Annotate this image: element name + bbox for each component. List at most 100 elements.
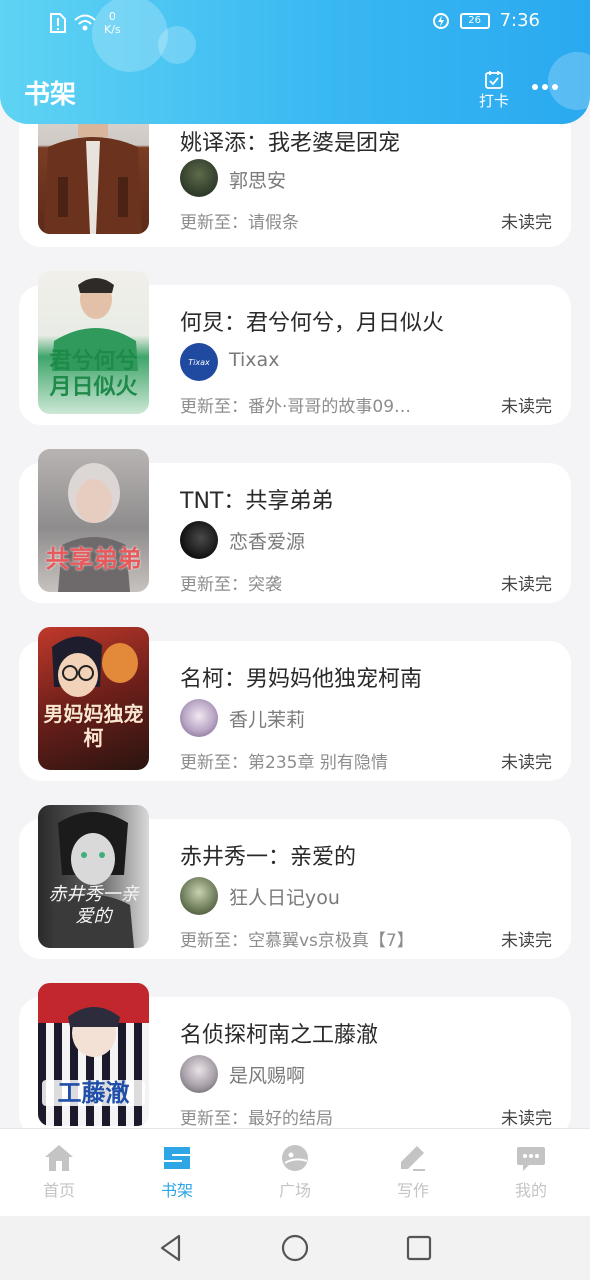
calendar-check-icon [485, 71, 503, 89]
wifi-icon [74, 14, 96, 31]
latest-chapter: 第235章 别有隐情 [248, 753, 388, 773]
more-dot [532, 84, 538, 90]
book-cover[interactable]: 赤井秀一亲爱的 [38, 805, 149, 948]
nav-label: 我的 [514, 1181, 547, 1200]
latest-chapter: 请假条 [248, 213, 299, 233]
sim-alert-icon [50, 13, 66, 33]
book-title: TNT：共享弟弟 [180, 489, 334, 514]
read-status: 未读完 [501, 575, 552, 595]
nav-bookshelf[interactable]: 书架 [118, 1129, 236, 1216]
book-cover[interactable]: 男妈妈独宠柯 [38, 627, 149, 770]
book-title: 赤井秀一：亲爱的 [180, 845, 357, 870]
pen-icon [401, 1146, 425, 1171]
status-bar-right: 26 7:36 [432, 10, 540, 31]
nav-mine[interactable]: 我的 [472, 1129, 590, 1216]
power-saving-icon [432, 12, 449, 29]
book-title: 名柯：男妈妈他独宠柯南 [180, 667, 423, 692]
cover-person-brown-jacket [44, 107, 142, 234]
latest-chapter: 最好的结局 [248, 1109, 333, 1128]
checkin-button[interactable]: 打卡 [476, 70, 512, 111]
cover-title: 男妈妈独宠柯 [43, 702, 144, 750]
read-status: 未读完 [501, 397, 552, 417]
nav-label: 写作 [396, 1181, 429, 1200]
author-name: 郭思安 [229, 170, 287, 192]
author-avatar: Tixax [180, 343, 218, 381]
home-icon [45, 1145, 73, 1171]
book-card[interactable]: 共享弟弟 TNT：共享弟弟 恋香爱源 更新至：突袭 未读完 [19, 449, 571, 603]
header-decoration [158, 26, 196, 64]
read-status: 未读完 [501, 931, 552, 951]
update-label: 更新至： [180, 575, 248, 595]
author-avatar [180, 1055, 218, 1093]
latest-chapter: 番外·哥哥的故事09… [248, 397, 412, 417]
author-name: 狂人日记you [229, 887, 340, 909]
header-decoration [548, 52, 590, 110]
recents-icon[interactable] [405, 1234, 433, 1262]
cover-title: 工藤澈 [42, 1080, 145, 1106]
update-info: 更新至：番外·哥哥的故事09… [180, 392, 411, 417]
read-status: 未读完 [501, 1109, 552, 1128]
chat-icon [517, 1147, 545, 1171]
nav-label: 书架 [160, 1181, 193, 1200]
update-info: 更新至：请假条 [180, 208, 299, 233]
update-info: 更新至：突袭 [180, 570, 282, 595]
book-card[interactable]: 姚译添：我老婆是团宠 郭思安 更新至：请假条 未读完 [19, 107, 571, 247]
author-name: 香儿茉莉 [229, 709, 306, 731]
status-bar-left: 0 K/s [50, 10, 121, 36]
net-speed-value: 0 [108, 10, 116, 23]
author-avatar [180, 521, 218, 559]
update-label: 更新至： [180, 213, 248, 233]
read-status: 未读完 [501, 213, 552, 233]
back-icon[interactable] [157, 1233, 185, 1263]
cover-title: 赤井秀一亲爱的 [48, 884, 139, 927]
more-dot [542, 84, 548, 90]
checkin-label: 打卡 [478, 92, 509, 110]
cover-title: 共享弟弟 [45, 544, 142, 573]
author-avatar [180, 699, 218, 737]
bookshelf-icon [164, 1147, 190, 1169]
home-circle-icon[interactable] [280, 1233, 310, 1263]
page-title: 书架 [24, 80, 77, 110]
net-speed-unit: K/s [104, 23, 121, 36]
book-cover[interactable]: 共享弟弟 [38, 449, 149, 592]
update-info: 更新至：第235章 别有隐情 [180, 748, 388, 773]
bookshelf-list[interactable]: 姚译添：我老婆是团宠 郭思安 更新至：请假条 未读完 君兮何兮月日似火 何炅：君… [0, 0, 590, 1128]
update-label: 更新至： [180, 397, 248, 417]
latest-chapter: 空慕翼vs京极真【7】 [248, 931, 414, 951]
cover-title: 君兮何兮月日似火 [49, 348, 138, 400]
update-label: 更新至： [180, 1109, 248, 1128]
more-dot [552, 84, 558, 90]
more-options-icon[interactable] [532, 84, 558, 90]
book-title: 名侦探柯南之工藤澈 [180, 1023, 379, 1048]
author-name: 恋香爱源 [229, 531, 306, 553]
book-cover[interactable]: 君兮何兮月日似火 [38, 271, 149, 414]
battery-icon: 26 [459, 12, 490, 29]
nav-home[interactable]: 首页 [0, 1129, 118, 1216]
read-status: 未读完 [501, 753, 552, 773]
plaza-icon [282, 1145, 308, 1171]
book-title: 姚译添：我老婆是团宠 [180, 131, 401, 156]
app-header: 0 K/s 26 7:36 书架 打卡 [0, 0, 590, 124]
bottom-navigation: 首页 书架 广场 写作 我的 [0, 1128, 590, 1216]
author-name: 是风赐啊 [229, 1065, 306, 1087]
update-label: 更新至： [180, 753, 248, 773]
book-card[interactable]: 君兮何兮月日似火 何炅：君兮何兮，月日似火 Tixax Tixax 更新至：番外… [19, 271, 571, 425]
book-cover[interactable]: 工藤澈 [38, 983, 149, 1126]
book-card[interactable]: 男妈妈独宠柯 名柯：男妈妈他独宠柯南 香儿茉莉 更新至：第235章 别有隐情 未… [19, 627, 571, 781]
book-cover[interactable] [38, 107, 149, 234]
nav-label: 广场 [278, 1181, 311, 1200]
book-card[interactable]: 赤井秀一亲爱的 赤井秀一：亲爱的 狂人日记you 更新至：空慕翼vs京极真【7】… [19, 805, 571, 959]
author-name: Tixax [229, 349, 280, 371]
system-navigation-bar [0, 1216, 590, 1280]
nav-label: 首页 [42, 1181, 75, 1200]
nav-plaza[interactable]: 广场 [236, 1129, 354, 1216]
author-avatar [180, 159, 218, 197]
nav-write[interactable]: 写作 [354, 1129, 472, 1216]
update-info: 更新至：空慕翼vs京极真【7】 [180, 926, 414, 951]
net-speed: 0 K/s [104, 10, 121, 36]
update-info: 更新至：最好的结局 [180, 1104, 333, 1128]
book-card[interactable]: 工藤澈 名侦探柯南之工藤澈 是风赐啊 更新至：最好的结局 未读完 [19, 983, 571, 1128]
author-avatar [180, 877, 218, 915]
update-label: 更新至： [180, 931, 248, 951]
latest-chapter: 突袭 [248, 575, 282, 595]
